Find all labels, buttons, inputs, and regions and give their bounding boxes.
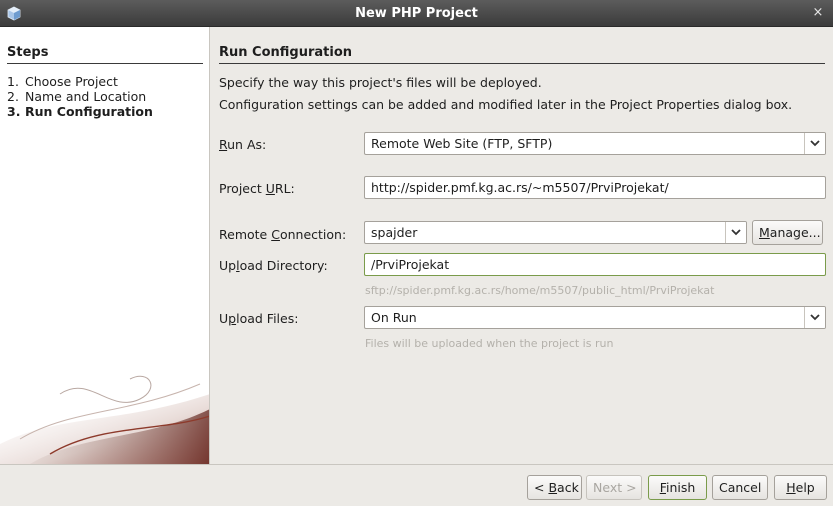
steps-panel: Steps 1. Choose Project 2. Name and Locati… [0,27,210,464]
description-line-1: Specify the way this project's files wil… [219,75,542,90]
upload-files-label: Upload Files: [219,311,299,326]
finish-button[interactable]: Finish [648,475,707,500]
help-button[interactable]: Help [774,475,827,500]
run-as-value: Remote Web Site (FTP, SFTP) [371,136,553,151]
back-button[interactable]: < Back [527,475,582,500]
remote-connection-dropdown[interactable]: spajder [364,221,747,244]
chevron-down-icon[interactable] [725,222,746,243]
description-line-2: Configuration settings can be added and … [219,97,793,112]
steps-list: 1. Choose Project 2. Name and Location 3. R… [7,74,207,119]
steps-heading: Steps [7,45,203,64]
upload-directory-field[interactable]: /PrviProjekat [364,253,826,276]
upload-files-value: On Run [371,310,417,325]
section-heading: Run Configuration [219,45,825,64]
next-button[interactable]: Next > [586,475,642,500]
manage-button[interactable]: Manage... [752,220,823,245]
step-item: 1. Choose Project [7,74,118,89]
remote-connection-label: Remote Connection: [219,227,347,242]
step-item-current: 3. Run Configuration [7,104,153,119]
button-bar: < Back Next > Finish Cancel Help [0,464,833,506]
run-as-dropdown[interactable]: Remote Web Site (FTP, SFTP) [364,132,826,155]
upload-files-hint: Files will be uploaded when the project … [365,337,614,350]
chevron-down-icon[interactable] [804,307,825,328]
chevron-down-icon[interactable] [804,133,825,154]
step-item: 2. Name and Location [7,89,147,104]
title-bar: New PHP Project × [0,0,833,27]
upload-directory-hint: sftp://spider.pmf.kg.ac.rs/home/m5507/pu… [365,284,715,297]
decorative-swirl-art [0,375,209,464]
cancel-button[interactable]: Cancel [712,475,768,500]
window-title: New PHP Project [355,6,478,21]
run-configuration-panel: Run Configuration Specify the way this p… [219,27,827,464]
remote-connection-value: spajder [371,225,418,240]
upload-directory-label: Upload Directory: [219,258,328,273]
project-url-field[interactable]: http://spider.pmf.kg.ac.rs/~m5507/PrviPr… [364,176,826,199]
project-url-label: Project URL: [219,181,295,196]
run-as-label: Run As: [219,137,267,152]
upload-files-dropdown[interactable]: On Run [364,306,826,329]
close-icon[interactable]: × [811,6,825,20]
